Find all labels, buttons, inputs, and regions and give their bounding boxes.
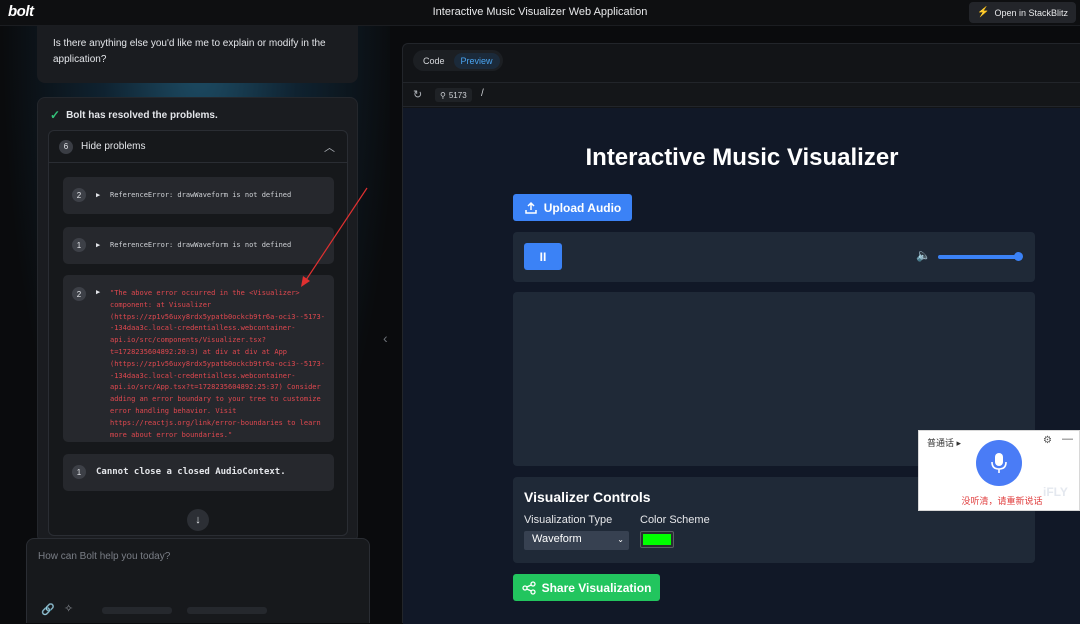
pause-icon: II	[539, 249, 547, 264]
problems-list: 6 Hide problems ︿ 2 ▶ ReferenceError: dr…	[48, 130, 348, 536]
tab-code[interactable]: Code	[416, 53, 452, 69]
share-icon	[521, 580, 536, 595]
app-heading: Interactive Music Visualizer	[585, 144, 899, 171]
workbench-panel: Code Preview ↻ ⚲ 5173 / Interactive Musi…	[402, 43, 1080, 624]
upload-icon	[524, 201, 537, 214]
visualization-type-label: Visualization Type	[524, 514, 613, 526]
color-scheme-picker[interactable]	[640, 531, 674, 548]
plug-icon: ⚲	[440, 90, 446, 100]
reload-icon[interactable]: ↻	[413, 88, 422, 101]
problems-count-badge: 6	[59, 139, 73, 154]
problems-toggle-label: Hide problems	[81, 141, 146, 152]
volume-slider-handle[interactable]	[1014, 252, 1023, 261]
scroll-down-button[interactable]: ↓	[187, 509, 209, 531]
chat-panel: Is there anything else you'd like me to …	[0, 26, 390, 623]
attach-link-icon[interactable]: 🔗	[41, 603, 55, 616]
view-tabs: Code Preview	[413, 50, 503, 71]
tab-preview[interactable]: Preview	[453, 52, 500, 69]
top-bar: bolt Interactive Music Visualizer Web Ap…	[0, 0, 1080, 26]
preview-viewport: Interactive Music Visualizer Upload Audi…	[403, 108, 1080, 624]
problem-item[interactable]: 1 ▶ ReferenceError: drawWaveform is not …	[63, 227, 334, 264]
problem-text: Cannot close a closed AudioContext.	[96, 467, 286, 477]
enhance-prompt-icon[interactable]: ✧	[64, 602, 73, 615]
problems-card: ✓ Bolt has resolved the problems. 6 Hide…	[37, 97, 358, 543]
port-number: 5173	[448, 90, 467, 100]
gear-icon[interactable]: ⚙	[1043, 435, 1052, 446]
expand-triangle-icon[interactable]: ▶	[96, 288, 100, 296]
chat-input[interactable]: How can Bolt help you today? 🔗 ✧	[26, 538, 370, 623]
problem-count-badge: 1	[72, 238, 86, 252]
upload-audio-label: Upload Audio	[543, 200, 622, 215]
voice-language-selector[interactable]: 普通话 ▸	[927, 436, 961, 449]
chevron-up-icon: ︿	[324, 142, 335, 154]
resolved-status: ✓ Bolt has resolved the problems.	[50, 108, 218, 122]
problem-item[interactable]: 1 Cannot close a closed AudioContext.	[63, 454, 334, 491]
problem-text: ReferenceError: drawWaveform is not defi…	[110, 241, 292, 249]
expand-triangle-icon[interactable]: ▶	[96, 191, 100, 199]
visualization-type-value: Waveform	[532, 533, 582, 545]
port-selector[interactable]: ⚲ 5173	[435, 88, 472, 102]
color-scheme-label: Color Scheme	[640, 514, 710, 526]
project-title: Interactive Music Visualizer Web Applica…	[432, 6, 648, 18]
visualization-type-select[interactable]: Waveform ⌄	[524, 531, 629, 550]
problem-text: "The above error occurred in the <Visual…	[110, 289, 325, 439]
open-in-stackblitz-label: Open in StackBlitz	[994, 7, 1068, 18]
lightning-icon: ⚡	[977, 7, 990, 18]
problem-item[interactable]: 2 ▶ "The above error occurred in the <Vi…	[63, 275, 334, 442]
problem-count-badge: 2	[72, 188, 86, 202]
problem-count-badge: 1	[72, 465, 86, 479]
expand-triangle-icon[interactable]: ▶	[96, 241, 100, 249]
blurred-text	[102, 607, 172, 614]
microphone-button[interactable]	[976, 440, 1022, 486]
volume-icon: 🔈	[916, 248, 931, 262]
open-in-stackblitz-button[interactable]: ⚡ Open in StackBlitz	[969, 2, 1076, 23]
assistant-message: Is there anything else you'd like me to …	[37, 26, 358, 83]
chat-input-placeholder: How can Bolt help you today?	[38, 551, 171, 562]
preview-address-bar: ↻ ⚲ 5173 /	[403, 82, 1080, 107]
volume-slider[interactable]	[938, 255, 1022, 259]
voice-input-popup: 普通话 ▸ ⚙ — 没听清，请重新说话 iFLY	[918, 430, 1080, 511]
color-swatch	[643, 534, 671, 545]
pause-button[interactable]: II	[524, 243, 562, 270]
controls-heading: Visualizer Controls	[524, 489, 651, 505]
voice-watermark: iFLY	[1043, 485, 1068, 499]
chevron-left-icon[interactable]: ‹	[383, 330, 388, 346]
upload-audio-button[interactable]: Upload Audio	[513, 194, 632, 221]
problem-text: ReferenceError: drawWaveform is not defi…	[110, 191, 292, 199]
share-visualization-button[interactable]: Share Visualization	[513, 574, 660, 601]
url-path-input[interactable]: /	[481, 88, 484, 99]
blurred-text	[187, 607, 267, 614]
check-icon: ✓	[50, 108, 61, 122]
voice-language-label: 普通话	[927, 438, 955, 448]
problem-count-badge: 2	[72, 287, 86, 301]
share-visualization-label: Share Visualization	[541, 580, 652, 595]
problems-toggle[interactable]: 6 Hide problems ︿	[49, 131, 347, 163]
chevron-down-icon: ⌄	[617, 535, 624, 544]
microphone-icon	[991, 453, 1007, 473]
minimize-icon[interactable]: —	[1062, 433, 1073, 445]
audio-player: II 🔈	[513, 232, 1035, 282]
problem-item[interactable]: 2 ▶ ReferenceError: drawWaveform is not …	[63, 177, 334, 214]
resolved-text: Bolt has resolved the problems.	[66, 109, 218, 121]
